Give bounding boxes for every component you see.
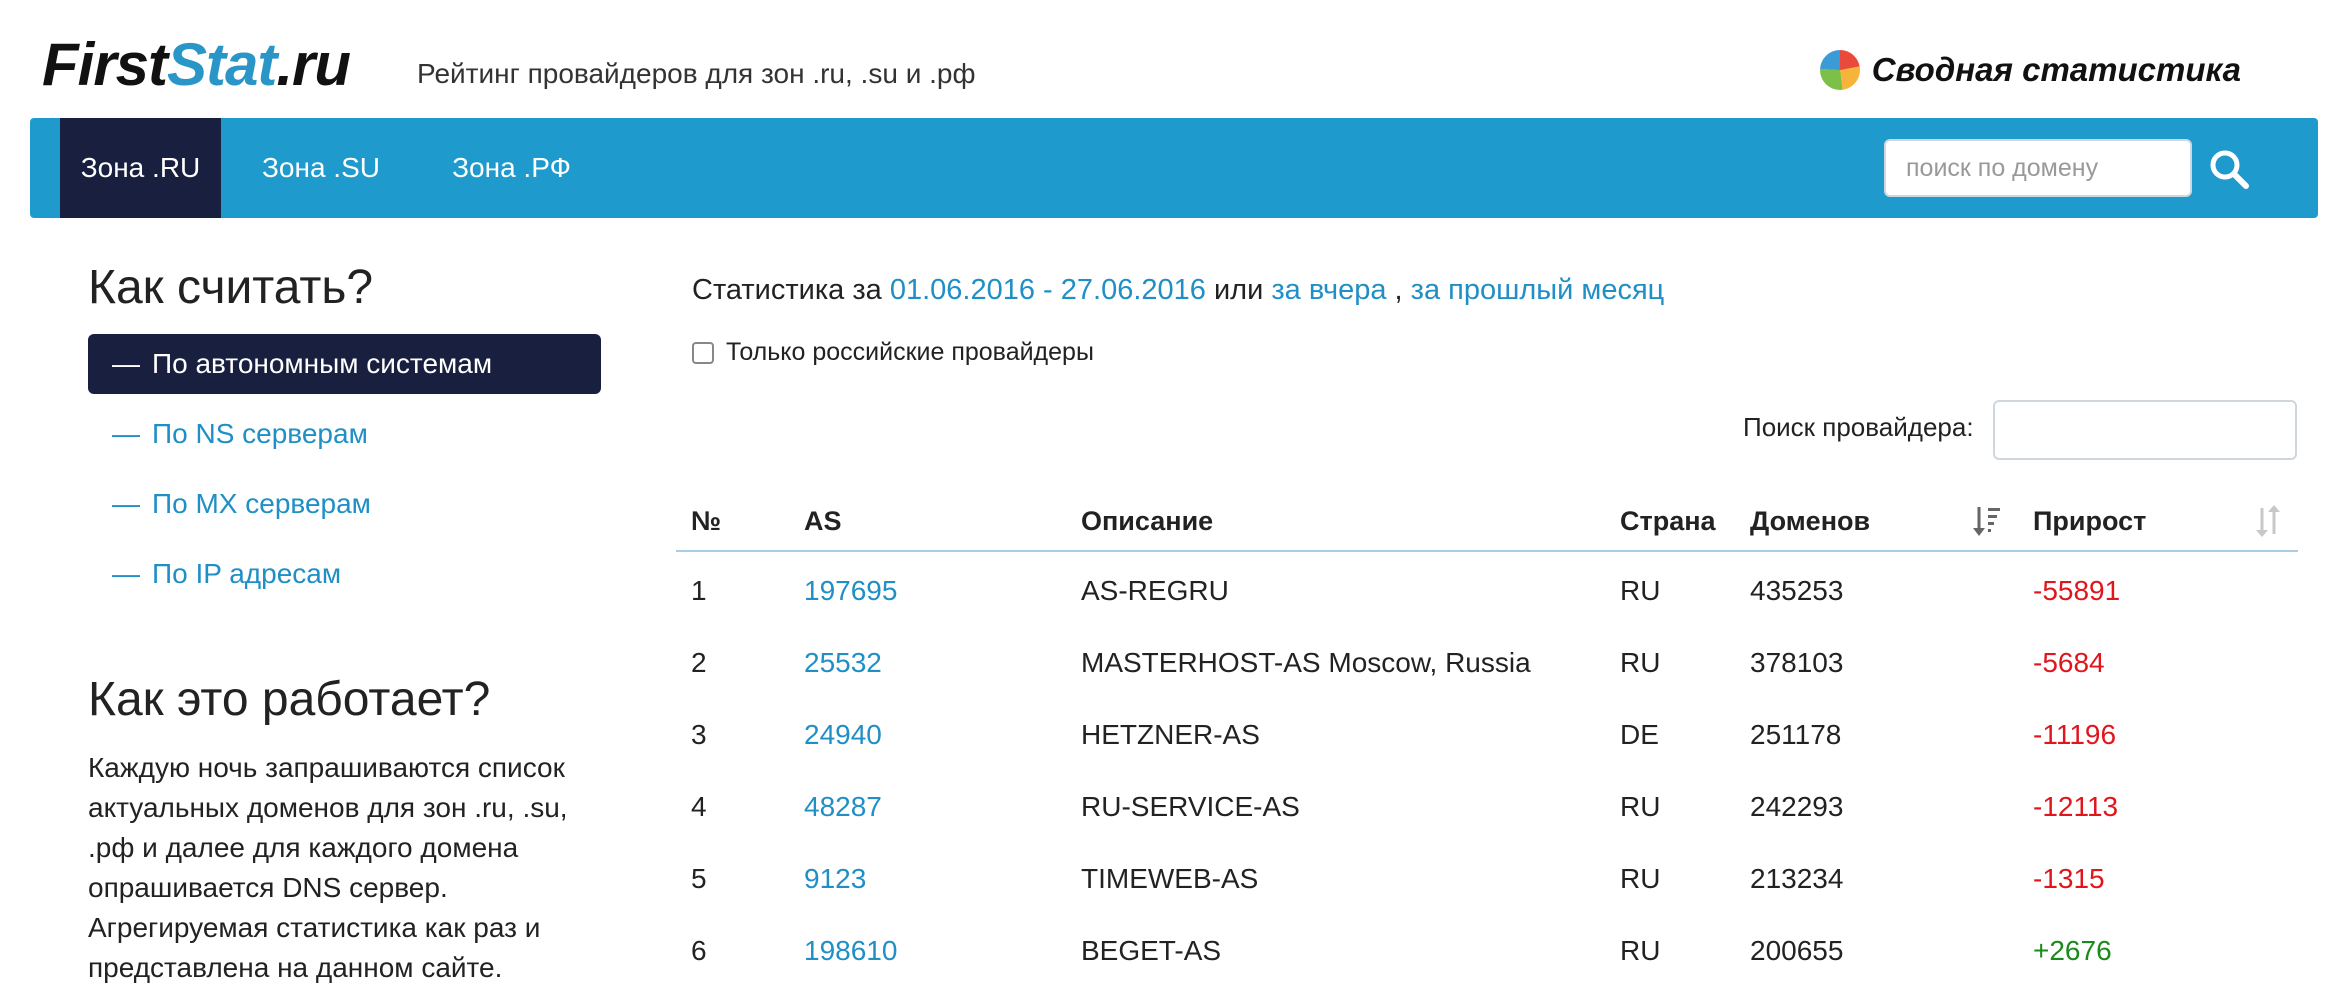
tab-zone-rf[interactable]: Зона .РФ [421,118,602,218]
sidebar-item-label: По MX серверам [152,488,371,519]
site-tagline: Рейтинг провайдеров для зон .ru, .su и .… [417,58,976,89]
cell-desc: HETZNER-AS [1081,719,1260,750]
cell-domains: 435253 [1750,575,1844,606]
cell-growth: -55891 [2033,575,2121,606]
sidebar-item-label: По автономным системам [152,348,493,379]
col-header-country[interactable]: Страна [1620,492,1716,550]
sidebar-item-as[interactable]: — По автономным системам [88,334,601,394]
sort-both-icon[interactable] [2253,504,2283,538]
dash-marker: — [112,558,140,589]
main-navbar: Зона .RU Зона .SU Зона .РФ [30,118,2318,218]
domain-search-input[interactable] [1884,139,2192,197]
dash-marker: — [112,488,140,519]
cell-num: 1 [691,575,707,606]
only-russian-checkbox[interactable] [692,341,714,364]
col-header-as[interactable]: AS [804,492,842,550]
table-row: 3 24940 HETZNER-AS DE 251178 -11196 [676,699,2298,771]
logo-text-tld: .ru [276,31,351,98]
site-logo[interactable]: FirstStat.ru [42,30,351,99]
table-row: 2 25532 MASTERHOST-AS Moscow, Russia RU … [676,627,2298,699]
cell-country: RU [1620,575,1661,606]
stats-yesterday-link[interactable]: за вчера [1271,274,1386,306]
cell-growth: -5684 [2033,647,2105,678]
cell-num: 3 [691,719,707,750]
provider-search-input[interactable] [1993,400,2297,460]
col-header-growth[interactable]: Прирост [2033,492,2146,550]
only-russian-filter[interactable]: Только российские провайдеры [692,338,1094,367]
stats-or: или [1213,274,1264,306]
dash-marker: — [112,418,140,449]
tab-zone-ru[interactable]: Зона .RU [60,118,221,218]
cell-country: RU [1620,791,1661,822]
cell-num: 4 [691,791,707,822]
logo-text-stat: Stat [167,31,277,98]
sidebar-item-ns[interactable]: — По NS серверам [88,404,601,464]
cell-domains: 213234 [1750,863,1844,894]
col-header-desc[interactable]: Описание [1081,492,1213,550]
stats-comma: , [1394,274,1403,306]
sidebar-item-mx[interactable]: — По MX серверам [88,474,601,534]
only-russian-label: Только российские провайдеры [726,338,1094,366]
summary-stats-link[interactable]: Сводная статистика [1819,46,2241,94]
cell-country: RU [1620,863,1661,894]
pie-chart-icon [1819,50,1860,90]
cell-growth: -12113 [2033,791,2119,822]
table-row: 1 197695 AS-REGRU RU 435253 -55891 [676,555,2298,627]
table-row: 4 48287 RU-SERVICE-AS RU 242293 -12113 [676,771,2298,843]
search-icon [2210,150,2249,189]
cell-as-link[interactable]: 48287 [804,771,882,843]
cell-desc: TIMEWEB-AS [1081,863,1259,894]
how-to-count-title: Как считать? [88,261,374,314]
cell-domains: 378103 [1750,647,1844,678]
sidebar-item-ip[interactable]: — По IP адресам [88,544,601,604]
stats-period-link[interactable]: 01.06.2016 - 27.06.2016 [890,274,1206,306]
cell-country: RU [1620,647,1661,678]
cell-desc: BEGET-AS [1081,935,1222,966]
stats-period-line: Статистика за 01.06.2016 - 27.06.2016 ил… [692,274,1664,307]
sidebar-item-label: По IP адресам [152,558,342,589]
cell-domains: 242293 [1750,791,1844,822]
cell-growth: -11196 [2033,719,2117,750]
cell-as-link[interactable]: 198610 [804,915,897,987]
table-header: № AS Описание Страна Доменов Прирост [676,492,2298,552]
cell-num: 2 [691,647,707,678]
cell-as-link[interactable]: 197695 [804,555,897,627]
dash-marker: — [112,348,140,379]
cell-domains: 251178 [1750,719,1842,750]
cell-desc: MASTERHOST-AS Moscow, Russia [1081,647,1531,678]
domain-search-button[interactable] [2201,142,2257,196]
sidebar-item-label: По NS серверам [152,418,368,449]
cell-as-link[interactable]: 24940 [804,699,882,771]
cell-domains: 200655 [1750,935,1844,966]
cell-as-link[interactable]: 25532 [804,627,882,699]
summary-stats-label: Сводная статистика [1871,51,2241,88]
cell-desc: RU-SERVICE-AS [1081,791,1300,822]
table-row: 5 9123 TIMEWEB-AS RU 213234 -1315 [676,843,2298,915]
stats-last-month-link[interactable]: за прошлый месяц [1411,274,1665,306]
col-header-domains[interactable]: Доменов [1750,492,1870,550]
stats-prefix: Статистика за [692,274,882,306]
cell-num: 6 [691,935,707,966]
how-it-works-title: Как это работает? [88,673,491,726]
cell-num: 5 [691,863,707,894]
cell-desc: AS-REGRU [1081,575,1229,606]
cell-growth: -1315 [2033,863,2105,894]
logo-text-first: First [42,31,168,98]
table-row: 6 198610 BEGET-AS RU 200655 +2676 [676,915,2298,987]
col-header-num[interactable]: № [691,492,721,550]
cell-country: DE [1620,719,1659,750]
cell-country: RU [1620,935,1661,966]
cell-as-link[interactable]: 9123 [804,843,866,915]
tab-zone-su[interactable]: Зона .SU [221,118,421,218]
sort-desc-icon[interactable] [1972,504,2002,538]
cell-growth: +2676 [2033,935,2112,966]
how-it-works-text: Каждую ночь запрашиваются список актуаль… [88,752,568,983]
provider-search-label: Поиск провайдера: [1743,412,1974,442]
